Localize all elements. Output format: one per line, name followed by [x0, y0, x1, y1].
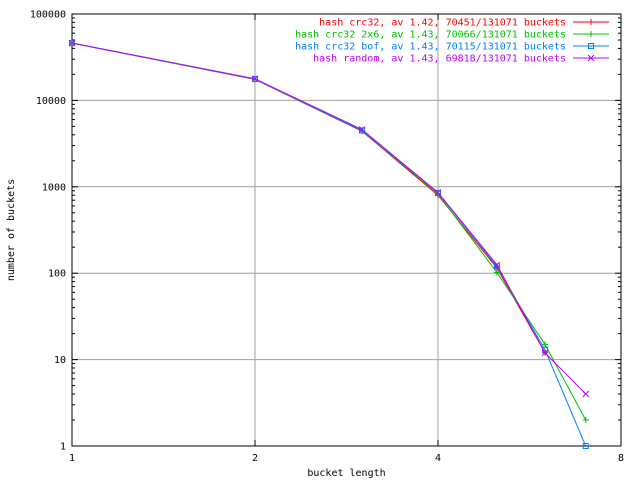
data-point-cross [582, 416, 589, 423]
data-point-x [582, 390, 590, 398]
legend-label: hash crc32, av 1.42, 70451/131071 bucket… [319, 18, 566, 29]
y-tick-label: 1 [60, 442, 66, 453]
series-line [71, 42, 546, 354]
y-tick-label: 100000 [30, 10, 66, 21]
legend-item: hash crc32 bof, av 1.43, 70115/131071 bu… [295, 42, 609, 53]
y-axis-label: number of buckets [6, 179, 17, 281]
y-tick-label: 10000 [36, 96, 66, 107]
series-line [71, 42, 587, 421]
y-tick-label: 1000 [42, 182, 66, 193]
x-tick-label: 2 [252, 453, 258, 464]
data-point-cross [588, 31, 594, 37]
y-tick-label: 100 [48, 269, 66, 280]
series-4 [68, 39, 590, 398]
axis-ticks: 1 10 100 1000 10000 100000 1 2 4 8 [30, 10, 624, 465]
series-line [71, 42, 587, 447]
data-point-plus [588, 19, 594, 25]
gridlines [72, 14, 621, 446]
legend-label: hash random, av 1.43, 69818/131071 bucke… [313, 54, 566, 65]
x-tick-label: 8 [618, 453, 624, 464]
series-1 [69, 40, 549, 356]
x-tick-label: 1 [69, 453, 75, 464]
legend-item: hash crc32 2x6, av 1.43, 70066/131071 bu… [295, 30, 609, 41]
series-2 [69, 40, 589, 423]
chart: 1 10 100 1000 10000 100000 1 2 4 8 hash crc32, av… [6, 10, 624, 480]
x-axis-label: bucket length [307, 468, 385, 479]
y-tick-label: 10 [54, 355, 66, 366]
legend: hash crc32, av 1.42, 70451/131071 bucket… [295, 18, 609, 65]
legend-label: hash crc32 bof, av 1.43, 70115/131071 bu… [295, 42, 566, 53]
x-tick-label: 4 [435, 453, 441, 464]
legend-item: hash crc32, av 1.42, 70451/131071 bucket… [319, 18, 609, 29]
series-3 [69, 40, 589, 449]
series-layer [68, 39, 590, 449]
series-line [71, 42, 587, 395]
plot-frame [71, 13, 622, 447]
legend-label: hash crc32 2x6, av 1.43, 70066/131071 bu… [295, 30, 566, 41]
legend-item: hash random, av 1.43, 69818/131071 bucke… [313, 54, 609, 65]
